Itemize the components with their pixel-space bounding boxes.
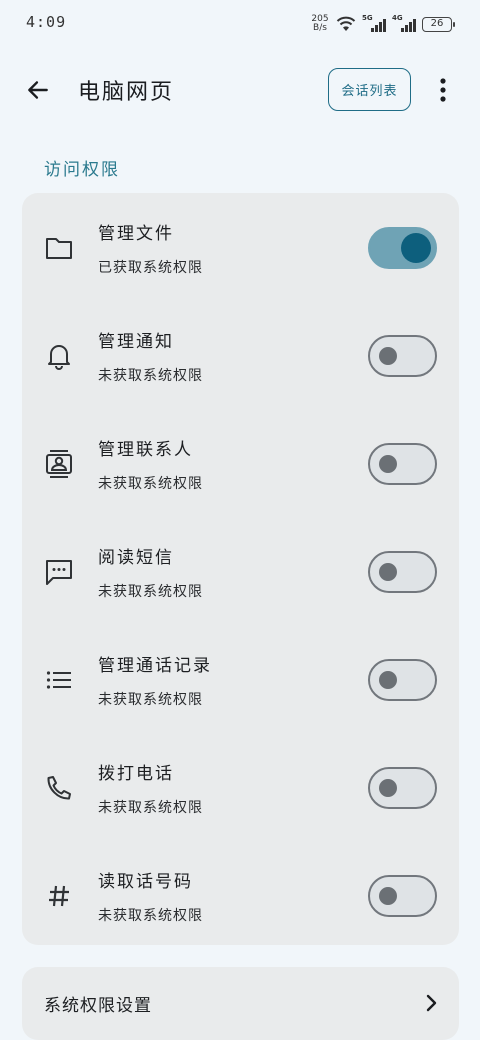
system-permission-settings-row[interactable]: 系统权限设置 (22, 967, 459, 1040)
permission-toggle-notifications[interactable] (368, 335, 437, 377)
toggle-knob (401, 233, 431, 263)
list-icon (44, 665, 74, 695)
app-bar: 电脑网页 会话列表 (0, 60, 480, 120)
toggle-knob (379, 671, 397, 689)
status-icons: 205 B/s 5G 4G 26 (310, 14, 455, 34)
back-button[interactable] (22, 74, 54, 106)
folder-icon (44, 233, 74, 263)
sim1-signal-icon: 5G (362, 14, 386, 33)
sim2-signal-icon: 4G (392, 14, 416, 33)
arrow-left-icon (28, 81, 48, 99)
toggle-knob (379, 779, 397, 797)
status-bar: 4:09 205 B/s 5G 4G 26 (0, 0, 480, 48)
permission-row-sms[interactable]: 阅读短信 未获取系统权限 (22, 517, 459, 625)
toggle-knob (379, 455, 397, 473)
system-permission-settings-label: 系统权限设置 (44, 996, 152, 1016)
network-speed: 205 B/s (310, 15, 330, 33)
permission-status: 未获取系统权限 (98, 692, 203, 708)
permission-row-call-log[interactable]: 管理通话记录 未获取系统权限 (22, 625, 459, 733)
toggle-knob (379, 563, 397, 581)
message-icon (44, 557, 74, 587)
more-vert-icon (440, 78, 446, 102)
permission-row-contacts[interactable]: 管理联系人 未获取系统权限 (22, 409, 459, 517)
more-options-button[interactable] (430, 74, 456, 106)
contact-card-icon (44, 449, 74, 479)
permission-status: 未获取系统权限 (98, 584, 203, 600)
permission-row-files[interactable]: 管理文件 已获取系统权限 (22, 193, 459, 301)
network-speed-unit: B/s (313, 23, 327, 33)
permission-toggle-files[interactable] (368, 227, 437, 269)
battery-icon: 26 (422, 16, 455, 32)
session-list-button[interactable]: 会话列表 (328, 68, 411, 111)
permission-title: 管理通话记录 (98, 656, 212, 676)
permission-title: 管理通知 (98, 332, 174, 352)
section-title: 访问权限 (44, 160, 120, 180)
phone-icon (44, 773, 74, 803)
chevron-right-icon (422, 993, 442, 1013)
permission-toggle-phone[interactable] (368, 767, 437, 809)
bell-icon (44, 341, 74, 371)
permission-row-phone-number[interactable]: 读取话号码 未获取系统权限 (22, 841, 459, 949)
permission-row-notifications[interactable]: 管理通知 未获取系统权限 (22, 301, 459, 409)
permission-toggle-phone-number[interactable] (368, 875, 437, 917)
permissions-card: 管理文件 已获取系统权限 管理通知 未获取系统权限 管理联系人 未获取系统权限 … (22, 193, 459, 945)
status-time: 4:09 (26, 13, 67, 31)
permission-title: 阅读短信 (98, 548, 174, 568)
permission-title: 管理联系人 (98, 440, 193, 460)
permission-status: 未获取系统权限 (98, 368, 203, 384)
permission-title: 管理文件 (98, 224, 174, 244)
toggle-knob (379, 347, 397, 365)
permission-toggle-contacts[interactable] (368, 443, 437, 485)
permission-row-phone[interactable]: 拨打电话 未获取系统权限 (22, 733, 459, 841)
permission-status: 未获取系统权限 (98, 908, 203, 924)
wifi-icon (336, 16, 356, 31)
page-title: 电脑网页 (78, 80, 175, 105)
permission-status: 已获取系统权限 (98, 260, 203, 276)
permission-toggle-call-log[interactable] (368, 659, 437, 701)
permission-status: 未获取系统权限 (98, 476, 203, 492)
toggle-knob (379, 887, 397, 905)
permission-toggle-sms[interactable] (368, 551, 437, 593)
hash-icon (44, 881, 74, 911)
permission-title: 拨打电话 (98, 764, 174, 784)
permission-title: 读取话号码 (98, 872, 193, 892)
permission-status: 未获取系统权限 (98, 800, 203, 816)
